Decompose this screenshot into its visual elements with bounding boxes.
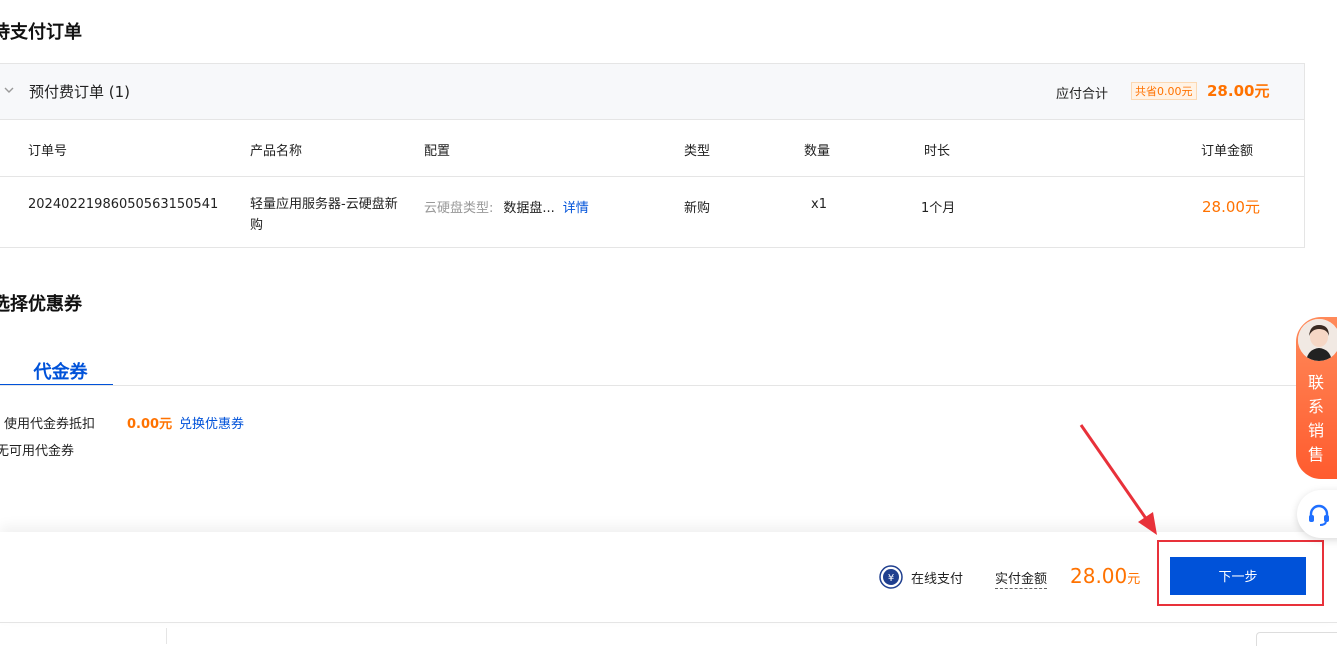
order-amount: 28.00元	[1202, 198, 1260, 216]
details-link[interactable]: 详情	[563, 201, 589, 216]
payable-total-value: 28.00元	[1207, 82, 1270, 100]
column-header-quantity: 数量	[804, 144, 831, 159]
column-header-type: 类型	[684, 144, 711, 159]
voucher-deduction-amount: 0.00元	[127, 417, 173, 432]
headset-icon	[1309, 504, 1329, 526]
table-divider	[0, 176, 1304, 177]
column-header-duration: 时长	[924, 144, 951, 159]
agent-avatar-icon	[1298, 319, 1337, 361]
order-group-header[interactable]: 预付费订单 (1) 应付合计 共省0.00元 28.00元	[0, 64, 1304, 120]
contact-sales-widget[interactable]: 联系销售	[1296, 317, 1337, 479]
bottom-strip-divider	[166, 628, 167, 644]
order-group-label: 预付费订单 (1)	[29, 83, 131, 101]
pending-orders-title: 待支付订单	[0, 22, 82, 43]
column-header-order-no: 订单号	[28, 144, 68, 159]
order-card: 预付费订单 (1) 应付合计 共省0.00元 28.00元 订单号 产品名称 配…	[0, 63, 1305, 248]
product-name: 轻量应用服务器-云硬盘新购	[250, 197, 398, 233]
column-header-amount: 订单金额	[1201, 144, 1254, 159]
tab-underline	[0, 385, 1310, 386]
chevron-down-icon[interactable]	[3, 84, 15, 96]
payment-method-label: 在线支付	[911, 572, 964, 587]
support-widget[interactable]	[1297, 490, 1337, 538]
config-key: 云硬盘类型:	[424, 201, 494, 216]
redeem-coupon-link[interactable]: 兑换优惠券	[179, 413, 244, 432]
order-number: 20240221986050563150541	[28, 197, 219, 212]
coupon-section-title: 选择优惠券	[0, 294, 82, 315]
column-header-config: 配置	[424, 144, 451, 159]
column-header-product: 产品名称	[250, 144, 303, 159]
voucher-deduction-label: 使用代金券抵扣	[4, 417, 96, 432]
tab-voucher[interactable]: 代金券	[0, 358, 113, 386]
config-value: 数据盘...	[503, 201, 555, 216]
saving-badge: 共省0.00元	[1131, 82, 1197, 100]
no-voucher-text: 无可用代金券	[0, 444, 75, 459]
payment-bar: ¥ 在线支付 实付金额 28.00元 下一步	[0, 532, 1337, 623]
order-quantity: x1	[811, 197, 827, 212]
paid-amount-label[interactable]: 实付金额	[995, 568, 1048, 589]
config-cell: 云硬盘类型: 数据盘... 详情	[424, 197, 589, 216]
online-payment-radio[interactable]: ¥	[879, 565, 903, 589]
tab-voucher-label: 代金券	[33, 362, 88, 383]
order-duration: 1个月	[921, 201, 956, 216]
payable-total-label: 应付合计	[1056, 87, 1109, 102]
svg-text:¥: ¥	[888, 573, 894, 584]
paid-amount-value: 28.00元	[1070, 564, 1141, 588]
contact-sales-label: 联系销售	[1307, 373, 1324, 464]
sales-avatar	[1298, 319, 1337, 361]
next-step-button[interactable]: 下一步	[1170, 557, 1306, 595]
order-type: 新购	[684, 201, 711, 216]
